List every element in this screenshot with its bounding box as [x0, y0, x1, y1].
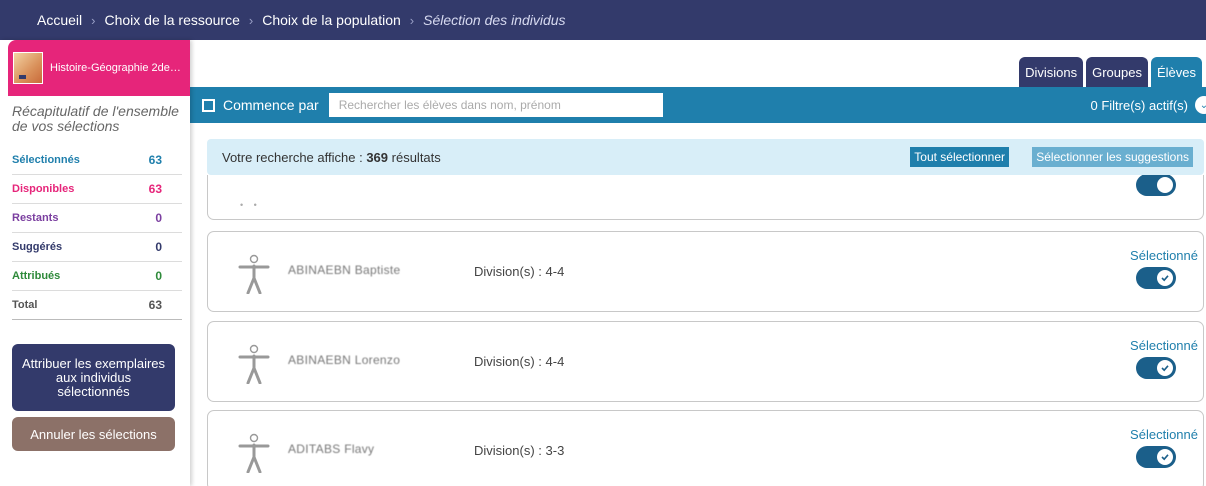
chevron-right-icon: › — [409, 12, 415, 28]
list-item: ABINAEBN Lorenzo Division(s) : 4-4 Sélec… — [207, 321, 1204, 402]
student-division: Division(s) : 4-4 — [474, 354, 565, 369]
results-banner: Votre recherche affiche : 369 résultats … — [207, 139, 1204, 175]
stat-value: 0 — [155, 240, 162, 254]
selection-toggle[interactable] — [1136, 357, 1176, 379]
stat-value: 63 — [148, 298, 162, 312]
person-icon — [238, 433, 270, 473]
population-tabs: Divisions Groupes Élèves — [1019, 57, 1202, 87]
stat-selected: Sélectionnés 63 — [12, 146, 182, 175]
resource-header[interactable]: Histoire-Géographie 2de… — [8, 40, 190, 96]
stats-list: Sélectionnés 63 Disponibles 63 Restants … — [12, 146, 182, 320]
breadcrumb-population[interactable]: Choix de la population — [262, 12, 401, 28]
stat-label: Total — [12, 299, 38, 311]
results-prefix: Votre recherche affiche : — [222, 149, 363, 165]
sidebar: Histoire-Géographie 2de… Récapitulatif d… — [0, 40, 190, 486]
student-list: • • ABINAEBN Baptiste Division(s) : 4-4 … — [207, 175, 1206, 486]
stat-label: Sélectionnés — [12, 154, 80, 166]
active-filters[interactable]: 0 Filtre(s) actif(s) — [1091, 87, 1189, 123]
breadcrumb-resource[interactable]: Choix de la ressource — [104, 12, 239, 28]
person-icon — [238, 254, 270, 294]
list-item: ADITABS Flavy Division(s) : 3-3 Sélectio… — [207, 410, 1204, 486]
list-item: • • — [207, 175, 1204, 220]
student-name: ABINAEBN Baptiste — [288, 263, 401, 277]
person-icon: • • — [240, 200, 261, 210]
selection-toggle[interactable] — [1136, 446, 1176, 468]
selection-toggle[interactable] — [1136, 267, 1176, 289]
cancel-selections-button[interactable]: Annuler les sélections — [12, 417, 175, 451]
selection-status: Sélectionné — [1130, 427, 1198, 442]
breadcrumb-home[interactable]: Accueil — [37, 12, 82, 28]
chevron-right-icon: › — [91, 12, 96, 28]
resource-title: Histoire-Géographie 2de… — [50, 62, 181, 74]
starts-with-label[interactable]: Commence par — [223, 97, 319, 113]
stat-value: 63 — [148, 182, 162, 196]
breadcrumb-current: Sélection des individus — [423, 12, 566, 28]
tab-students[interactable]: Élèves — [1150, 57, 1202, 87]
select-suggestions-button[interactable]: Sélectionner les suggestions — [1032, 147, 1193, 167]
search-input[interactable] — [328, 93, 663, 117]
assign-copies-button[interactable]: Attribuer les exemplaires aux individus … — [12, 344, 175, 411]
selection-status: Sélectionné — [1130, 338, 1198, 353]
stat-value: 63 — [148, 153, 162, 167]
stat-label: Disponibles — [12, 183, 75, 195]
active-filters-label: 0 Filtre(s) actif(s) — [1090, 97, 1189, 113]
stat-label: Attribués — [12, 270, 61, 282]
book-cover-icon — [13, 52, 43, 84]
check-icon — [1157, 449, 1173, 465]
stat-remaining: Restants 0 — [12, 204, 182, 233]
starts-with-checkbox[interactable] — [202, 98, 215, 112]
tab-divisions[interactable]: Divisions — [1019, 57, 1084, 87]
tab-groups[interactable]: Groupes — [1086, 57, 1148, 87]
stat-assigned: Attribués 0 — [12, 262, 182, 291]
chevron-down-icon[interactable]: ⌄ — [1195, 96, 1206, 114]
student-division: Division(s) : 3-3 — [474, 443, 565, 458]
filter-bar: Commence par 0 Filtre(s) actif(s) ⌄ — [190, 87, 1206, 123]
stat-suggested: Suggérés 0 — [12, 233, 182, 262]
selection-toggle[interactable] — [1136, 175, 1176, 196]
student-name: ABINAEBN Lorenzo — [288, 353, 401, 367]
check-icon — [1157, 270, 1173, 286]
check-icon — [1157, 360, 1173, 376]
stat-value: 0 — [155, 269, 162, 283]
results-suffix: résultats — [391, 149, 441, 165]
chevron-right-icon: › — [248, 12, 254, 28]
selection-status: Sélectionné — [1130, 248, 1198, 263]
stat-available: Disponibles 63 — [12, 175, 182, 204]
recap-heading: Récapitulatif de l'ensemble de vos sélec… — [12, 103, 179, 134]
stat-label: Restants — [12, 212, 59, 224]
stat-total: Total 63 — [12, 291, 182, 320]
breadcrumb: Accueil › Choix de la ressource › Choix … — [0, 0, 1206, 40]
results-count: 369 — [366, 149, 389, 165]
student-division: Division(s) : 4-4 — [474, 264, 565, 279]
stat-label: Suggérés — [12, 241, 63, 253]
stat-value: 0 — [155, 211, 162, 225]
person-icon — [238, 344, 270, 384]
student-name: ADITABS Flavy — [288, 442, 375, 456]
select-all-button[interactable]: Tout sélectionner — [910, 147, 1009, 167]
list-item: ABINAEBN Baptiste Division(s) : 4-4 Séle… — [207, 231, 1204, 312]
